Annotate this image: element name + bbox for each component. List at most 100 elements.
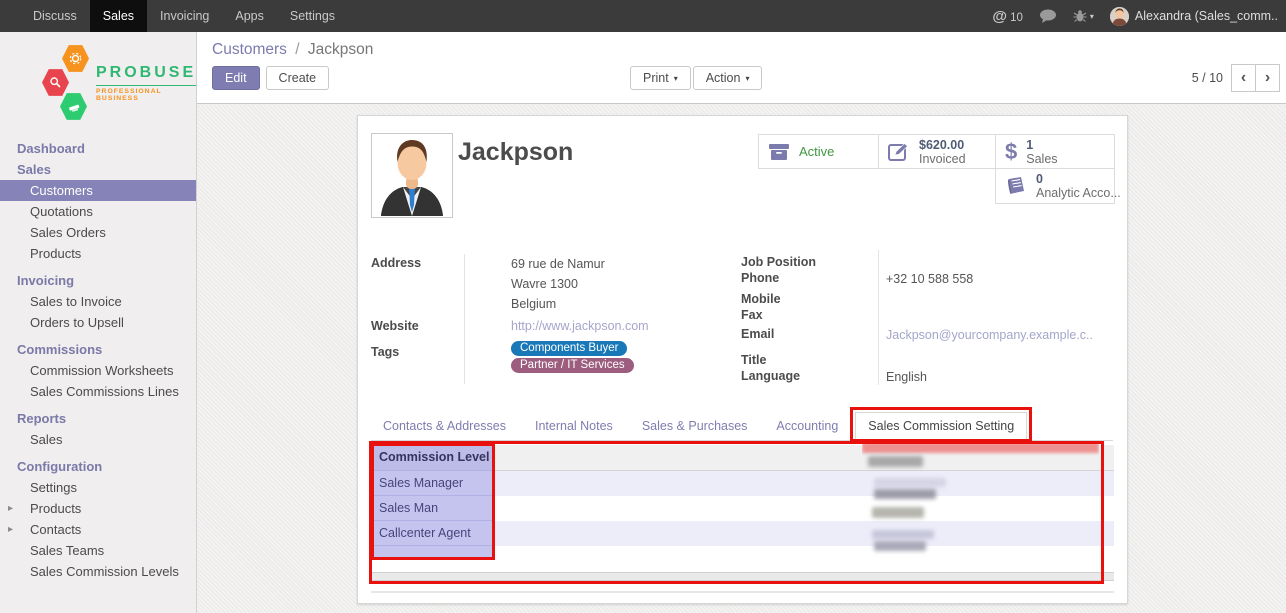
menu-settings[interactable]: Settings	[277, 0, 348, 32]
expand-arrow-icon[interactable]: ▸	[8, 501, 13, 516]
pager-counter: 5 / 10	[1192, 71, 1223, 85]
active-archive-button[interactable]: Active	[758, 134, 879, 169]
caret-down-icon: ▾	[1090, 12, 1094, 21]
logo-title: PROBUSE	[96, 64, 196, 82]
company-logo: PROBUSE PROFESSIONAL BUSINESS	[0, 42, 196, 130]
sidebar-item-sales-commissions-lines[interactable]: Sales Commissions Lines	[0, 381, 196, 402]
address-city: Wavre 1300	[511, 277, 578, 291]
sidebar-item-config-products[interactable]: ▸ Products	[0, 498, 196, 519]
caret-down-icon: ▾	[745, 74, 749, 83]
mentions-counter[interactable]: @ 10	[992, 8, 1022, 25]
sidebar-item-label: Products	[30, 501, 81, 516]
address-street: 69 rue de Namur	[511, 257, 605, 271]
menu-invoicing[interactable]: Invoicing	[147, 0, 222, 32]
commission-level-cell[interactable]: Sales Man	[374, 496, 492, 521]
sales-stat-button[interactable]: $ 1 Sales	[995, 134, 1115, 169]
logo-gear-hexagon-icon	[62, 44, 89, 73]
action-dropdown-button[interactable]: Action ▾	[693, 66, 763, 90]
customer-fields: Address 69 rue de Namur Wavre 1300 Belgi…	[358, 246, 1127, 411]
address-country: Belgium	[511, 297, 556, 311]
invoiced-amount: $620.00	[919, 138, 966, 152]
sidebar-item-sales-to-invoice[interactable]: Sales to Invoice	[0, 291, 196, 312]
commission-level-cell[interactable]: Sales Manager	[374, 471, 492, 496]
menu-apps[interactable]: Apps	[222, 0, 277, 32]
redacted-text-blob	[874, 478, 946, 487]
print-dropdown-button[interactable]: Print ▾	[630, 66, 691, 90]
sidebar-item-orders-to-upsell[interactable]: Orders to Upsell	[0, 312, 196, 333]
sidebar-item-reports-sales[interactable]: Sales	[0, 429, 196, 450]
customer-form-sheet: Jackpson Active $620.00 Invoiced	[357, 115, 1128, 604]
redacted-text-blob	[872, 507, 924, 518]
debug-menu-button[interactable]: ▾	[1073, 9, 1094, 23]
stat-buttons: Active $620.00 Invoiced $ 1 Sales	[758, 134, 1115, 204]
edit-button[interactable]: Edit	[212, 66, 260, 90]
sidebar-heading-configuration: Configuration	[0, 456, 196, 477]
invoiced-stat-button[interactable]: $620.00 Invoiced	[878, 134, 996, 169]
phone-value: +32 10 588 558	[886, 272, 973, 286]
logo-magnifier-hexagon-icon	[42, 68, 69, 97]
bug-icon	[1073, 9, 1087, 23]
tab-contacts-addresses[interactable]: Contacts & Addresses	[371, 413, 518, 440]
main-content: Jackpson Active $620.00 Invoiced	[197, 105, 1286, 613]
at-icon: @	[992, 8, 1007, 25]
email-label: Email	[741, 327, 774, 341]
commission-level-column: Commission Level Sales Manager Sales Man…	[374, 445, 492, 559]
tab-accounting[interactable]: Accounting	[764, 413, 850, 440]
mobile-label: Mobile	[741, 292, 781, 306]
tab-sales-commission-setting[interactable]: Sales Commission Setting	[855, 412, 1027, 441]
sidebar-item-products[interactable]: Products	[0, 243, 196, 264]
sidebar-item-config-contacts[interactable]: ▸ Contacts	[0, 519, 196, 540]
sidebar-nav: Dashboard Sales Customers Quotations Sal…	[0, 138, 196, 582]
tag-components-buyer: Components Buyer	[511, 341, 627, 356]
tag-partner-it-services: Partner / IT Services	[511, 358, 634, 373]
sidebar-item-quotations[interactable]: Quotations	[0, 201, 196, 222]
top-navbar: Discuss Sales Invoicing Apps Settings @ …	[0, 0, 1286, 32]
tab-internal-notes[interactable]: Internal Notes	[523, 413, 625, 440]
archive-box-icon	[768, 143, 790, 161]
pager: 5 / 10 ‹ ›	[1192, 64, 1280, 92]
language-value: English	[886, 370, 927, 384]
messages-button[interactable]	[1039, 9, 1057, 23]
sidebar-item-customers[interactable]: Customers	[0, 180, 196, 201]
expand-arrow-icon[interactable]: ▸	[8, 522, 13, 537]
logo-text: PROBUSE PROFESSIONAL BUSINESS	[96, 64, 196, 102]
app-window: Discuss Sales Invoicing Apps Settings @ …	[0, 0, 1286, 613]
create-button[interactable]: Create	[266, 66, 330, 90]
sidebar-heading-commissions: Commissions	[0, 339, 196, 360]
dollar-icon: $	[1005, 142, 1017, 162]
website-label: Website	[371, 319, 419, 333]
menu-discuss[interactable]: Discuss	[20, 0, 90, 32]
pager-previous-button[interactable]: ‹	[1231, 64, 1256, 92]
sidebar-heading-invoicing: Invoicing	[0, 270, 196, 291]
pager-next-button[interactable]: ›	[1255, 64, 1280, 92]
top-systray: @ 10 ▾	[992, 0, 1286, 32]
top-menu-bar: Discuss Sales Invoicing Apps Settings	[0, 0, 348, 32]
user-avatar	[1110, 7, 1129, 26]
sidebar-item-sales-orders[interactable]: Sales Orders	[0, 222, 196, 243]
sales-label: Sales	[1026, 152, 1057, 166]
sidebar-heading-sales: Sales	[0, 159, 196, 180]
record-buttons: Edit Create	[212, 66, 329, 90]
breadcrumb-separator: /	[295, 41, 299, 58]
redacted-text-blob	[874, 489, 936, 499]
print-label: Print	[643, 71, 669, 85]
tab-sales-purchases[interactable]: Sales & Purchases	[630, 413, 760, 440]
email-link[interactable]: Jackpson@yourcompany.example.c..	[886, 328, 1093, 342]
sheet-divider	[371, 591, 1114, 593]
analytic-accounts-stat-button[interactable]: 0 Analytic Acco...	[995, 168, 1115, 204]
sidebar-heading-reports: Reports	[0, 408, 196, 429]
commission-level-header[interactable]: Commission Level	[374, 445, 492, 471]
breadcrumb: Customers / Jackpson	[212, 41, 373, 59]
sidebar-item-sales-commission-levels[interactable]: Sales Commission Levels	[0, 561, 196, 582]
sidebar-item-sales-teams[interactable]: Sales Teams	[0, 540, 196, 561]
breadcrumb-customers-link[interactable]: Customers	[212, 41, 287, 58]
user-menu[interactable]: Alexandra (Sales_comm..	[1110, 7, 1278, 26]
commission-level-cell[interactable]: Callcenter Agent	[374, 521, 492, 546]
sidebar-item-settings[interactable]: Settings	[0, 477, 196, 498]
redacted-header-bar	[862, 442, 1099, 453]
website-link[interactable]: http://www.jackpson.com	[511, 319, 649, 333]
menu-sales[interactable]: Sales	[90, 0, 147, 32]
commission-level-empty-cell[interactable]	[374, 546, 492, 559]
active-status-label: Active	[799, 144, 834, 159]
sidebar-item-commission-worksheets[interactable]: Commission Worksheets	[0, 360, 196, 381]
